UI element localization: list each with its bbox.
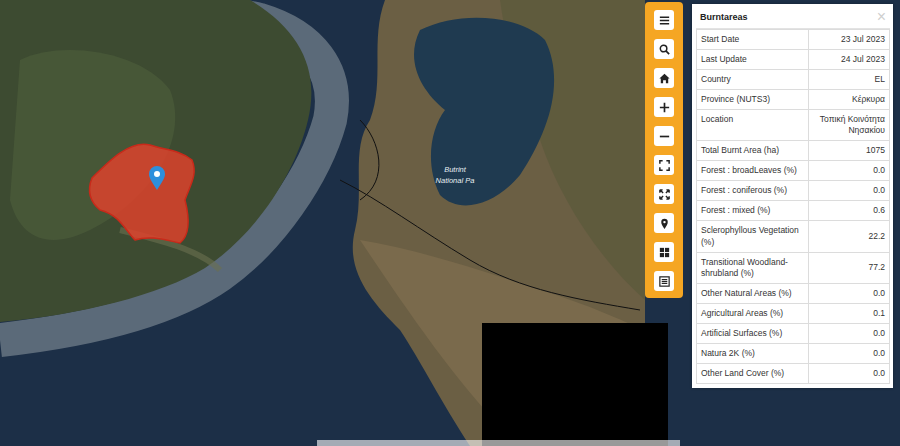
attribute-label: Province (NUTS3) [697, 90, 809, 109]
legend-button[interactable] [654, 271, 674, 291]
attribute-row: Transitional Woodland-shrubland (%) 77.2 [697, 252, 889, 283]
attribute-table: Start Date 23 Jul 2023Last Update 24 Jul… [696, 29, 890, 384]
map-viewer: Butrint National Pa Burntareas × Start Da… [0, 0, 900, 446]
panel-header: Burntareas × [696, 6, 890, 29]
menu-icon [658, 14, 671, 27]
layers-icon [658, 246, 671, 259]
attribute-value: 0.0 [809, 364, 889, 383]
attribute-row: Forest : mixed (%) 0.6 [697, 200, 889, 220]
map-toolbar [645, 2, 683, 298]
attribute-row: Sclerophyllous Vegetation (%) 22.2 [697, 220, 889, 251]
attribute-row: Other Natural Areas (%) 0.0 [697, 283, 889, 303]
attribute-value: 0.0 [809, 181, 889, 200]
attribute-label: Forest : broadLeaves (%) [697, 161, 809, 180]
extent-button[interactable] [654, 184, 674, 204]
attribute-label: Country [697, 70, 809, 89]
attribute-value: 0.0 [809, 284, 889, 303]
location-pin-icon[interactable] [149, 166, 165, 190]
fullscreen-button[interactable] [654, 155, 674, 175]
attribute-value: 0.0 [809, 344, 889, 363]
home-icon [658, 72, 671, 85]
info-panel: Burntareas × Start Date 23 Jul 2023Last … [692, 4, 893, 388]
attribute-row: Total Burnt Area (ha) 1075 [697, 140, 889, 160]
attribute-value: 0.0 [809, 324, 889, 343]
attribute-row: Artificial Surfaces (%) 0.0 [697, 323, 889, 343]
attribute-label: Sclerophyllous Vegetation (%) [697, 221, 809, 251]
attribute-row: Natura 2K (%) 0.0 [697, 343, 889, 363]
zoom-out-button[interactable] [654, 126, 674, 146]
close-button[interactable]: × [877, 9, 886, 25]
zoom-in-icon [658, 101, 671, 114]
home-button[interactable] [654, 68, 674, 88]
park-label: Butrint [444, 165, 467, 174]
park-label: National Pa [436, 176, 475, 185]
attribute-row: Agricultural Areas (%) 0.1 [697, 303, 889, 323]
attribute-value: 0.0 [809, 161, 889, 180]
attribute-label: Agricultural Areas (%) [697, 304, 809, 323]
attribute-label: Other Land Cover (%) [697, 364, 809, 383]
fullscreen-icon [658, 159, 671, 172]
attribution-bar [317, 440, 680, 446]
search-icon [658, 43, 671, 56]
attribute-label: Total Burnt Area (ha) [697, 141, 809, 160]
attribute-label: Artificial Surfaces (%) [697, 324, 809, 343]
attribute-label: Last Update [697, 50, 809, 69]
attribute-label: Forest : coniferous (%) [697, 181, 809, 200]
attribute-value: 0.6 [809, 201, 889, 220]
attribute-value: 24 Jul 2023 [809, 50, 889, 69]
zoom-out-icon [658, 130, 671, 143]
menu-button[interactable] [654, 10, 674, 30]
attribute-value: 22.2 [809, 221, 889, 251]
attribute-value: 77.2 [809, 253, 889, 283]
panel-title: Burntareas [700, 12, 748, 22]
attribute-value: 0.1 [809, 304, 889, 323]
extent-icon [658, 188, 671, 201]
attribute-value: 23 Jul 2023 [809, 30, 889, 49]
attribute-value: Κέρκυρα [809, 90, 889, 109]
attribute-row: Start Date 23 Jul 2023 [697, 29, 889, 49]
attribute-row: Forest : coniferous (%) 0.0 [697, 180, 889, 200]
legend-icon [658, 275, 671, 288]
search-button[interactable] [654, 39, 674, 59]
layers-button[interactable] [654, 242, 674, 262]
attribute-row: Province (NUTS3) Κέρκυρα [697, 89, 889, 109]
attribute-label: Other Natural Areas (%) [697, 284, 809, 303]
attribute-row: Location Τοπική Κοινότητα Νησακίου [697, 109, 889, 140]
attribute-label: Transitional Woodland-shrubland (%) [697, 253, 809, 283]
attribute-value: Τοπική Κοινότητα Νησακίου [809, 110, 889, 140]
attribute-row: Forest : broadLeaves (%) 0.0 [697, 160, 889, 180]
attribute-value: 1075 [809, 141, 889, 160]
burnt-area[interactable] [90, 144, 195, 243]
attribute-label: Natura 2K (%) [697, 344, 809, 363]
attribute-value: EL [809, 70, 889, 89]
attribute-label: Location [697, 110, 809, 140]
zoom-in-button[interactable] [654, 97, 674, 117]
locate-button[interactable] [654, 213, 674, 233]
attribute-row: Other Land Cover (%) 0.0 [697, 363, 889, 383]
attribute-label: Forest : mixed (%) [697, 201, 809, 220]
attribute-label: Start Date [697, 30, 809, 49]
attribute-row: Country EL [697, 69, 889, 89]
locate-icon [658, 217, 671, 230]
attribute-row: Last Update 24 Jul 2023 [697, 49, 889, 69]
